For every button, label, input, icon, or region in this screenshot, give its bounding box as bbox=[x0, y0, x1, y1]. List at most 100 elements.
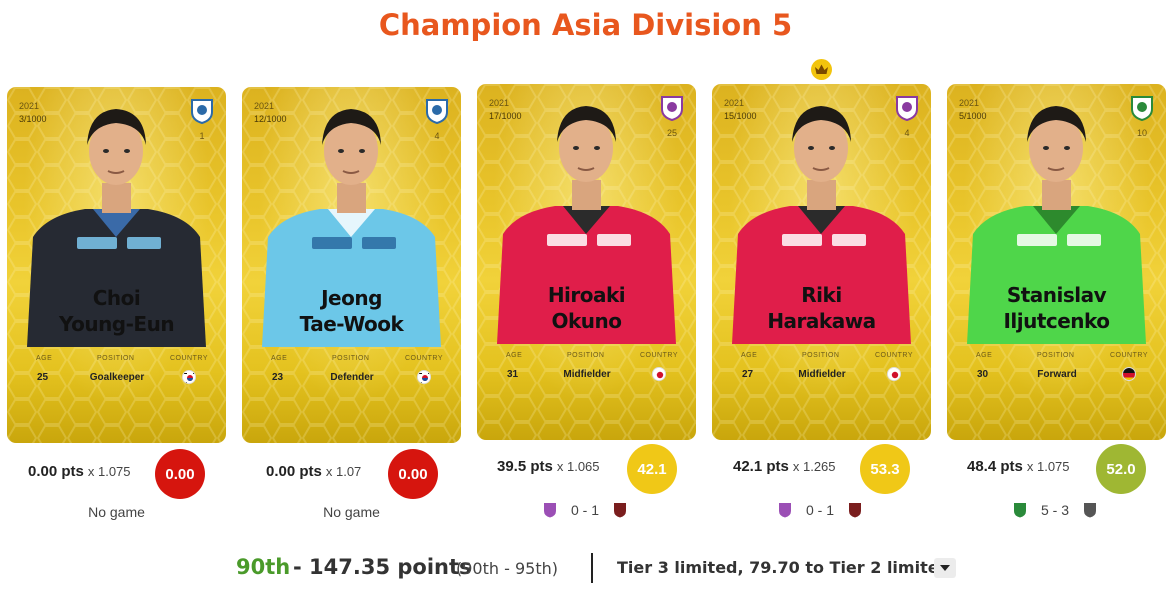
score-badge: 0.00 bbox=[388, 449, 438, 499]
player-card[interactable]: 2021 12/1000 4 Jeong Tae-Wook AGE POSITION COUN… bbox=[242, 87, 461, 443]
score-badge: 0.00 bbox=[155, 449, 205, 499]
points-multiplier: x 1.265 bbox=[792, 459, 836, 474]
country-label: COUNTRY bbox=[1110, 352, 1148, 359]
japan-flag-icon bbox=[887, 367, 901, 381]
age-value: 27 bbox=[742, 369, 754, 380]
player-points: 42.1 pts x 1.265 bbox=[733, 458, 836, 475]
player-name: Stanislav Iljutcenko bbox=[947, 282, 1166, 334]
jersey-number: 1 bbox=[199, 131, 205, 141]
home-club-icon bbox=[544, 503, 556, 518]
rank-label: 90th bbox=[236, 555, 291, 579]
card-serial: 17/1000 bbox=[489, 111, 522, 121]
japan-flag-icon bbox=[652, 367, 666, 381]
points-multiplier: x 1.075 bbox=[1026, 459, 1070, 474]
game-score: 0 - 1 bbox=[806, 502, 835, 518]
player-first-name: Jeong bbox=[321, 286, 382, 310]
away-club-icon bbox=[1084, 503, 1097, 518]
player-name: Hiroaki Okuno bbox=[477, 282, 696, 334]
position-label: POSITION bbox=[97, 355, 135, 362]
country-label: COUNTRY bbox=[640, 352, 678, 359]
age-label: AGE bbox=[36, 355, 53, 362]
club-badge-icon bbox=[191, 99, 213, 124]
jersey-number: 4 bbox=[434, 131, 440, 141]
player-last-name: Iljutcenko bbox=[1003, 309, 1110, 333]
player-first-name: Hiroaki bbox=[547, 283, 626, 307]
position-label: POSITION bbox=[567, 352, 605, 359]
position-label: POSITION bbox=[802, 352, 840, 359]
position-label: POSITION bbox=[1037, 352, 1075, 359]
jersey-number: 4 bbox=[904, 128, 910, 138]
club-badge-icon bbox=[896, 96, 918, 121]
chevron-down-icon bbox=[940, 565, 950, 571]
position-value: Defender bbox=[330, 372, 374, 383]
ranking-footer: 90th - 147.35 points (90th - 95th) Tier … bbox=[0, 553, 1171, 585]
club-badge-icon bbox=[1131, 96, 1153, 121]
club-badge-icon bbox=[426, 99, 448, 124]
game-result[interactable]: 0 - 1 bbox=[778, 502, 862, 518]
player-card[interactable]: 2021 17/1000 25 Hiroaki Okuno AGE POSITION COUN… bbox=[477, 84, 696, 440]
points-value: 0.00 pts bbox=[266, 463, 322, 480]
away-club-icon bbox=[614, 503, 627, 518]
age-value: 31 bbox=[507, 369, 519, 380]
age-value: 23 bbox=[272, 372, 284, 383]
game-result[interactable]: 0 - 1 bbox=[543, 502, 627, 518]
card-season: 2021 bbox=[19, 101, 40, 111]
player-first-name: Stanislav bbox=[1006, 283, 1107, 307]
card-season: 2021 bbox=[489, 98, 510, 108]
player-points: 0.00 pts x 1.075 bbox=[28, 463, 131, 480]
country-label: COUNTRY bbox=[170, 355, 208, 362]
home-club-icon bbox=[1014, 503, 1026, 518]
player-name: Jeong Tae-Wook bbox=[242, 285, 461, 337]
player-last-name: Tae-Wook bbox=[299, 312, 404, 336]
jersey-number: 25 bbox=[666, 128, 677, 138]
home-club-icon bbox=[779, 503, 791, 518]
lineup-page: Champion Asia Division 5 2021 3/1000 1 Choi… bbox=[0, 0, 1171, 589]
player-first-name: Riki bbox=[801, 283, 842, 307]
card-serial: 15/1000 bbox=[724, 111, 757, 121]
player-last-name: Harakawa bbox=[767, 309, 876, 333]
germany-flag-icon bbox=[1122, 367, 1136, 381]
player-card[interactable]: 2021 5/1000 10 Stanislav Iljutcenko AGE POSITI… bbox=[947, 84, 1166, 440]
position-value: Midfielder bbox=[563, 369, 611, 380]
card-serial: 12/1000 bbox=[254, 114, 287, 124]
age-value: 30 bbox=[977, 369, 989, 380]
player-card[interactable]: 2021 3/1000 1 Choi Young-Eun AGE POSITION COUNT… bbox=[7, 87, 226, 443]
points-multiplier: x 1.075 bbox=[87, 464, 131, 479]
player-last-name: Young-Eun bbox=[58, 312, 175, 336]
away-club-icon bbox=[849, 503, 862, 518]
player-name: Riki Harakawa bbox=[712, 282, 931, 334]
total-points: - 147.35 points bbox=[293, 555, 472, 579]
club-badge-icon bbox=[661, 96, 683, 121]
score-badge: 52.0 bbox=[1096, 444, 1146, 494]
game-result[interactable]: 5 - 3 bbox=[1013, 502, 1097, 518]
tier-status: Tier 3 limited, 79.70 to Tier 2 limited bbox=[617, 558, 951, 577]
game-score: 0 - 1 bbox=[571, 502, 600, 518]
card-season: 2021 bbox=[254, 101, 275, 111]
position-value: Forward bbox=[1037, 369, 1077, 380]
card-season: 2021 bbox=[724, 98, 745, 108]
south-korea-flag-icon bbox=[417, 370, 431, 384]
card-serial: 3/1000 bbox=[19, 114, 47, 124]
age-value: 25 bbox=[37, 372, 49, 383]
game-score: 5 - 3 bbox=[1041, 502, 1070, 518]
jersey-number: 10 bbox=[1136, 128, 1147, 138]
game-status: No game bbox=[88, 504, 145, 520]
points-value: 0.00 pts bbox=[28, 463, 84, 480]
age-label: AGE bbox=[741, 352, 758, 359]
points-multiplier: x 1.07 bbox=[325, 464, 362, 479]
player-first-name: Choi bbox=[92, 286, 141, 310]
south-korea-flag-icon bbox=[182, 370, 196, 384]
points-value: 42.1 pts bbox=[733, 458, 789, 475]
game-status: No game bbox=[323, 504, 380, 520]
position-value: Midfielder bbox=[798, 369, 846, 380]
page-title: Champion Asia Division 5 bbox=[378, 8, 793, 42]
points-value: 48.4 pts bbox=[967, 458, 1023, 475]
score-badge: 42.1 bbox=[627, 444, 677, 494]
footer-divider bbox=[591, 553, 593, 583]
points-multiplier: x 1.065 bbox=[556, 459, 600, 474]
player-name: Choi Young-Eun bbox=[7, 285, 226, 337]
age-label: AGE bbox=[976, 352, 993, 359]
player-points: 48.4 pts x 1.075 bbox=[967, 458, 1070, 475]
player-card[interactable]: 2021 15/1000 4 Riki Harakawa AGE POSITION COUNT… bbox=[712, 84, 931, 440]
tier-dropdown-button[interactable] bbox=[934, 558, 956, 578]
